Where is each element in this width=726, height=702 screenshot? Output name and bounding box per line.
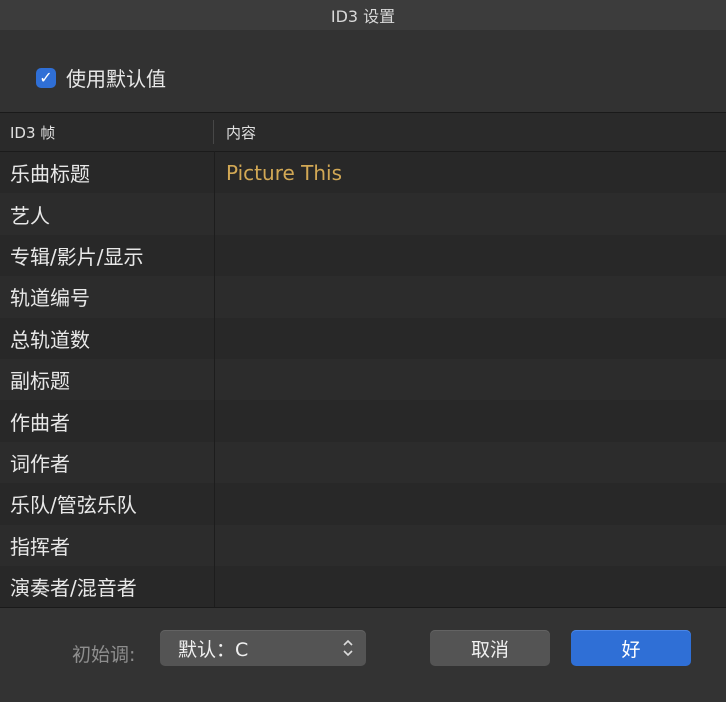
window-title: ID3 设置 bbox=[330, 7, 396, 26]
table-row[interactable]: 指挥者 bbox=[0, 524, 726, 566]
initial-key-label: 初始调: bbox=[72, 644, 136, 666]
use-defaults-option[interactable]: ✓ 使用默认值 bbox=[36, 63, 166, 92]
ok-button[interactable]: 好 bbox=[571, 630, 691, 666]
column-header-content-label: 内容 bbox=[226, 123, 257, 142]
dialog-footer: 初始调: 默认：C 取消 好 bbox=[0, 607, 726, 702]
id3-settings-dialog: ID3 设置 ✓ 使用默认值 ID3 帧 内容 乐曲标题 Picture Thi… bbox=[0, 0, 726, 702]
table-row[interactable]: 乐队/管弦乐队 bbox=[0, 483, 726, 525]
frame-cell: 乐曲标题 bbox=[10, 162, 90, 187]
initial-key-select[interactable]: 默认：C bbox=[160, 630, 366, 666]
frame-cell: 词作者 bbox=[10, 451, 70, 476]
table-body: 乐曲标题 Picture This 艺人 专辑/影片/显示 轨道编号 总轨道数 … bbox=[0, 152, 726, 608]
window-titlebar: ID3 设置 bbox=[0, 0, 726, 30]
column-header-content[interactable]: 内容 bbox=[214, 120, 256, 144]
column-header-frame-label: ID3 帧 bbox=[10, 123, 56, 142]
id3-frames-table: ID3 帧 内容 乐曲标题 Picture This 艺人 专辑/影片/显示 轨… bbox=[0, 112, 726, 608]
table-row[interactable]: 词作者 bbox=[0, 441, 726, 484]
table-row[interactable]: 专辑/影片/显示 bbox=[0, 234, 726, 277]
frame-cell: 总轨道数 bbox=[10, 327, 90, 352]
table-row[interactable]: 乐曲标题 Picture This bbox=[0, 152, 726, 194]
initial-key-value: 默认：C bbox=[178, 638, 249, 661]
checkmark-icon: ✓ bbox=[39, 67, 53, 87]
table-row[interactable]: 总轨道数 bbox=[0, 317, 726, 359]
frame-cell: 副标题 bbox=[10, 369, 70, 394]
column-header-frame[interactable]: ID3 帧 bbox=[0, 120, 214, 144]
table-row[interactable]: 演奏者/混音者 bbox=[0, 565, 726, 608]
frame-cell: 演奏者/混音者 bbox=[10, 576, 137, 601]
frame-cell: 乐队/管弦乐队 bbox=[10, 493, 137, 518]
use-defaults-checkbox[interactable]: ✓ bbox=[36, 67, 56, 88]
cancel-button[interactable]: 取消 bbox=[430, 630, 550, 666]
table-row[interactable]: 副标题 bbox=[0, 358, 726, 401]
frame-cell: 专辑/影片/显示 bbox=[10, 244, 144, 269]
frame-cell: 作曲者 bbox=[10, 410, 70, 435]
table-row[interactable]: 轨道编号 bbox=[0, 276, 726, 318]
use-defaults-label: 使用默认值 bbox=[66, 67, 166, 91]
table-header: ID3 帧 内容 bbox=[0, 113, 726, 152]
options-area: ✓ 使用默认值 bbox=[0, 30, 726, 112]
column-divider[interactable] bbox=[214, 151, 215, 608]
table-row[interactable]: 艺人 bbox=[0, 193, 726, 235]
frame-cell: 指挥者 bbox=[10, 534, 70, 559]
frame-cell: 艺人 bbox=[10, 203, 50, 228]
content-cell[interactable]: Picture This bbox=[214, 161, 342, 185]
updown-chevron-icon bbox=[343, 639, 353, 657]
table-row[interactable]: 作曲者 bbox=[0, 400, 726, 442]
frame-cell: 轨道编号 bbox=[10, 286, 90, 311]
